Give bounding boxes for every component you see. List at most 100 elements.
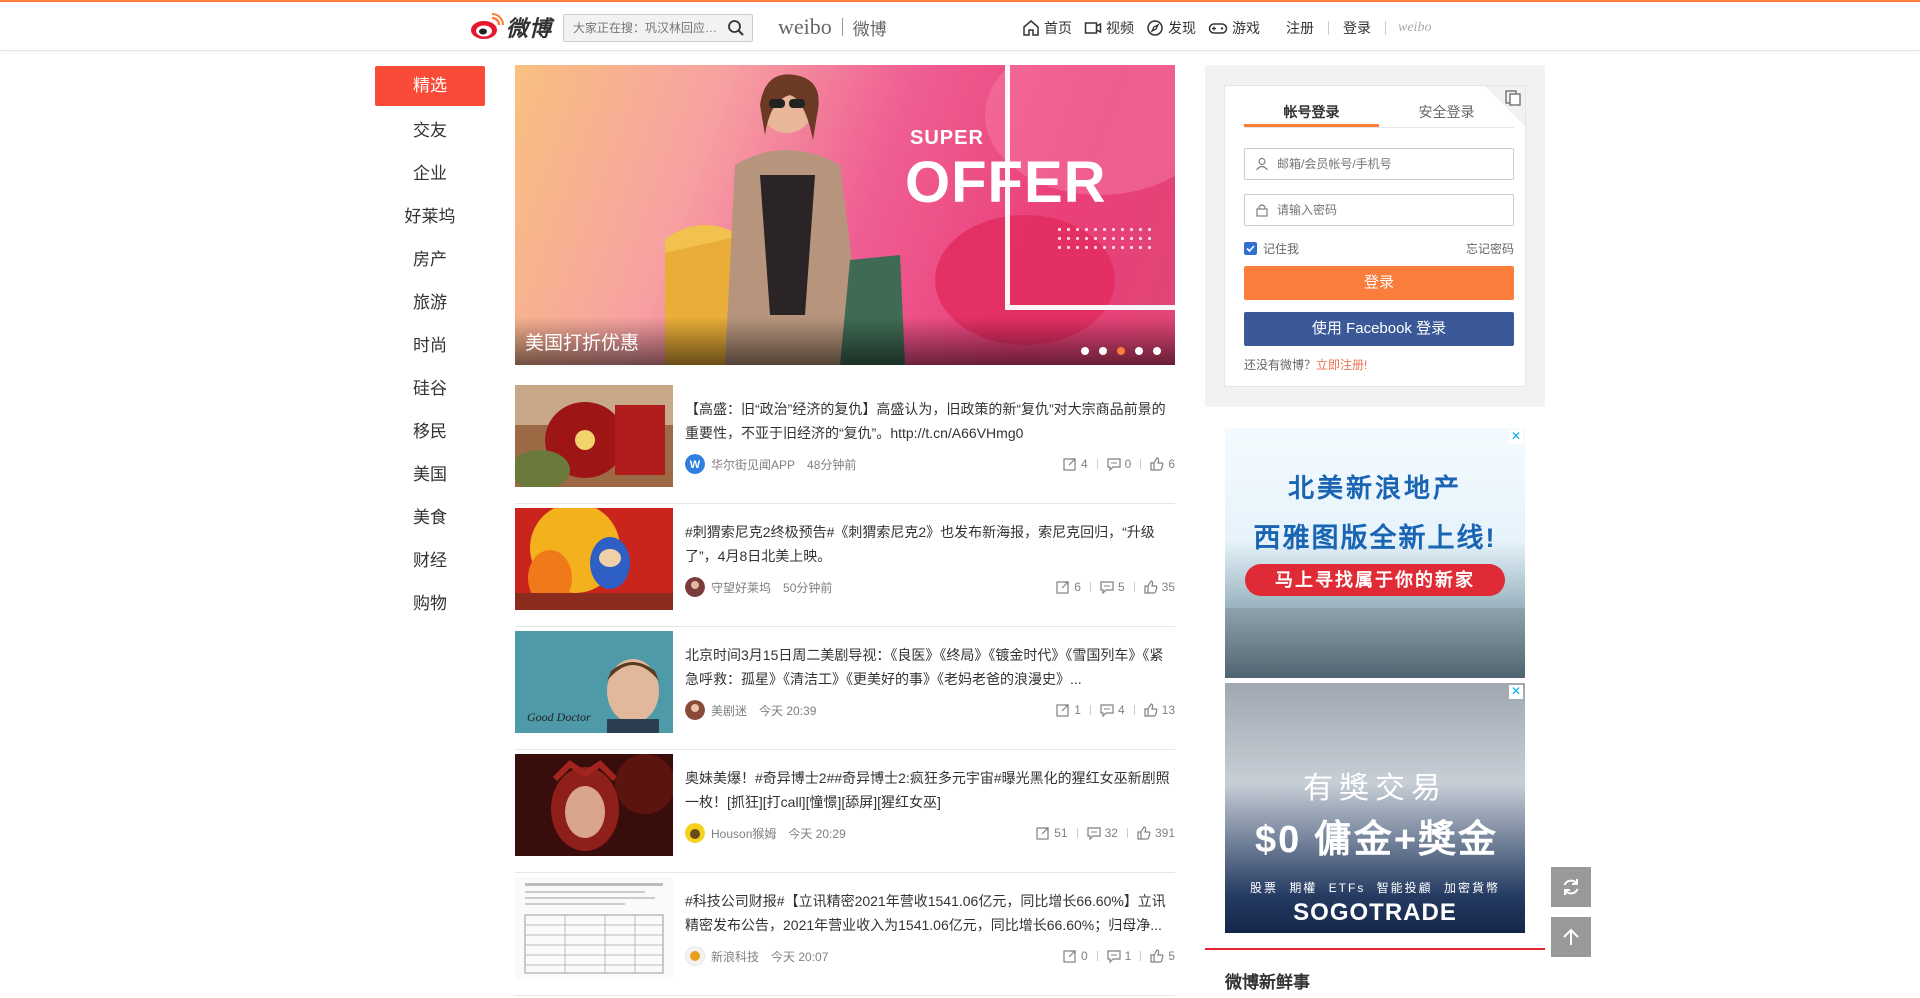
comment-icon [1100,581,1114,594]
comment-button[interactable]: 5 [1100,580,1125,594]
feed-text[interactable]: 奥妹美爆！#奇异博士2##奇异博士2:疯狂多元宇宙#曝光黑化的猩红女巫新剧照一枚… [685,766,1175,814]
discover-icon [1147,20,1163,36]
feed-thumbnail[interactable] [515,385,673,487]
feed-text[interactable]: 北京时间3月15日周二美剧导视：《良医》《终局》《镀金时代》《雪国列车》《紧急呼… [685,643,1175,691]
tab-secure-login[interactable]: 安全登录 [1379,96,1514,127]
ad-real-estate[interactable]: ✕ 北美新浪地产 西雅图版全新上线! 马上寻找属于你的新家 [1225,428,1525,678]
repost-button[interactable]: 6 [1056,580,1081,594]
nav-discover[interactable]: 发现 [1146,18,1196,38]
banner-dot[interactable] [1153,347,1161,355]
remember-row: 记住我 忘记密码 [1244,240,1514,257]
like-button[interactable]: 13 [1144,703,1175,717]
category-item[interactable]: 美食 [375,496,485,539]
login-link[interactable]: 登录 [1343,18,1371,38]
category-item[interactable]: 购物 [375,582,485,625]
stat-divider [1140,951,1142,961]
register-link[interactable]: 注册 [1286,18,1314,38]
feed-source[interactable]: 守望好莱坞 [711,579,771,596]
category-item[interactable]: 财经 [375,539,485,582]
remember-checkbox[interactable] [1244,242,1257,255]
banner-super-text: SUPER [910,127,984,149]
avatar[interactable] [685,700,705,720]
ad-sogotrade[interactable]: ✕ 有獎交易 $0 傭金+獎金 股票 期權 ETFs 智能投顧 加密貨幣 SOG… [1225,683,1525,933]
category-item[interactable]: 美国 [375,453,485,496]
feed-item[interactable]: Good Doctor 北京时间3月15日周二美剧导视：《良医》《终局》《镀金时… [515,627,1175,750]
weibo-brand: weibo 微博 [778,14,887,40]
username-input[interactable] [1277,157,1497,171]
category-item[interactable]: 旅游 [375,281,485,324]
comment-button[interactable]: 1 [1107,949,1131,963]
category-item[interactable]: 时尚 [375,324,485,367]
logo-text: 微博 [506,16,553,41]
feed-text[interactable]: 【高盛：旧“政治”经济的复仇】高盛认为，旧政策的新“复仇”对大宗商品前景的重要性… [685,397,1175,445]
banner-dot[interactable] [1099,347,1107,355]
facebook-login-button[interactable]: 使用 Facebook 登录 [1244,312,1514,346]
thumbs-up-icon [1137,826,1151,840]
comment-button[interactable]: 32 [1087,826,1118,840]
feed-thumbnail[interactable] [515,877,673,979]
forgot-password-link[interactable]: 忘记密码 [1466,240,1514,257]
nav-game[interactable]: 游戏 [1208,18,1260,38]
hero-banner[interactable]: SUPER OFFER 美国打折优惠 [515,65,1175,365]
password-input[interactable] [1277,203,1497,217]
repost-button[interactable]: 0 [1063,949,1088,963]
feed-source[interactable]: 华尔街见闻APP [711,456,795,473]
ad-city-image [1225,608,1525,678]
ad-headline: 有獎交易 [1303,772,1447,805]
ad-close-icon[interactable]: ✕ [1509,430,1523,444]
like-button[interactable]: 391 [1137,826,1175,840]
feed-meta: 新浪科技 今天 20:07 0 1 5 [685,946,1175,966]
category-item[interactable]: 硅谷 [375,367,485,410]
avatar[interactable] [685,823,705,843]
back-to-top-button[interactable] [1551,917,1591,957]
feed-text[interactable]: #科技公司财报#【立讯精密2021年营收1541.06亿元，同比增长66.60%… [685,889,1175,937]
feed-item[interactable]: #刺猬索尼克2终极预告#《刺猬索尼克2》也发布新海报，索尼克回归，“升级了”，4… [515,504,1175,627]
repost-icon [1056,704,1069,717]
banner-dot[interactable] [1081,347,1089,355]
feed-thumbnail[interactable] [515,508,673,610]
avatar[interactable] [685,946,705,966]
category-item[interactable]: 房产 [375,238,485,281]
repost-button[interactable]: 1 [1056,703,1081,717]
nav-home[interactable]: 首页 [1022,18,1072,38]
category-item[interactable]: 移民 [375,410,485,453]
stat-divider [1089,582,1091,592]
banner-dot-active[interactable] [1117,347,1125,355]
feed-item[interactable]: 奥妹美爆！#奇异博士2##奇异博士2:疯狂多元宇宙#曝光黑化的猩红女巫新剧照一枚… [515,750,1175,873]
feed-source[interactable]: 新浪科技 [711,948,759,965]
search-icon[interactable] [727,19,745,37]
weibo-small-logo[interactable]: weibo [1398,20,1431,36]
feed-source[interactable]: Houson猴姆 [711,825,776,842]
tab-account-login[interactable]: 帐号登录 [1244,96,1379,127]
comment-button[interactable]: 4 [1100,703,1125,717]
feed-source[interactable]: 美剧迷 [711,702,747,719]
ad-close-icon[interactable]: ✕ [1509,685,1523,699]
category-item[interactable]: 精选 [375,66,485,106]
search-input[interactable] [564,15,724,41]
feed-text[interactable]: #刺猬索尼克2终极预告#《刺猬索尼克2》也发布新海报，索尼克回归，“升级了”，4… [685,520,1175,568]
like-button[interactable]: 35 [1144,580,1175,594]
feed-item[interactable]: #科技公司财报#【立讯精密2021年营收1541.06亿元，同比增长66.60%… [515,873,1175,996]
feed-thumbnail[interactable]: Good Doctor [515,631,673,733]
avatar[interactable] [685,577,705,597]
feed-item[interactable]: 【高盛：旧“政治”经济的复仇】高盛认为，旧政策的新“复仇”对大宗商品前景的重要性… [515,381,1175,504]
like-button[interactable]: 5 [1150,949,1175,963]
category-item[interactable]: 企业 [375,152,485,195]
refresh-button[interactable] [1551,867,1591,907]
username-field-wrap [1244,148,1514,180]
repost-button[interactable]: 51 [1036,826,1068,840]
login-button[interactable]: 登录 [1244,266,1514,300]
register-now-link[interactable]: 立即注册! [1316,358,1367,372]
banner-dot[interactable] [1135,347,1143,355]
ad-subheadline: 西雅图版全新上线! [1253,523,1497,553]
feed-thumbnail[interactable] [515,754,673,856]
avatar[interactable]: W [685,454,705,474]
stat-divider [1096,459,1098,469]
category-item[interactable]: 好莱坞 [375,195,485,238]
category-item[interactable]: 交友 [375,109,485,152]
repost-button[interactable]: 4 [1063,457,1088,471]
nav-video[interactable]: 视频 [1084,18,1134,38]
weibo-logo[interactable]: 微博 [470,11,552,43]
comment-button[interactable]: 0 [1107,457,1131,471]
like-button[interactable]: 6 [1150,457,1175,471]
